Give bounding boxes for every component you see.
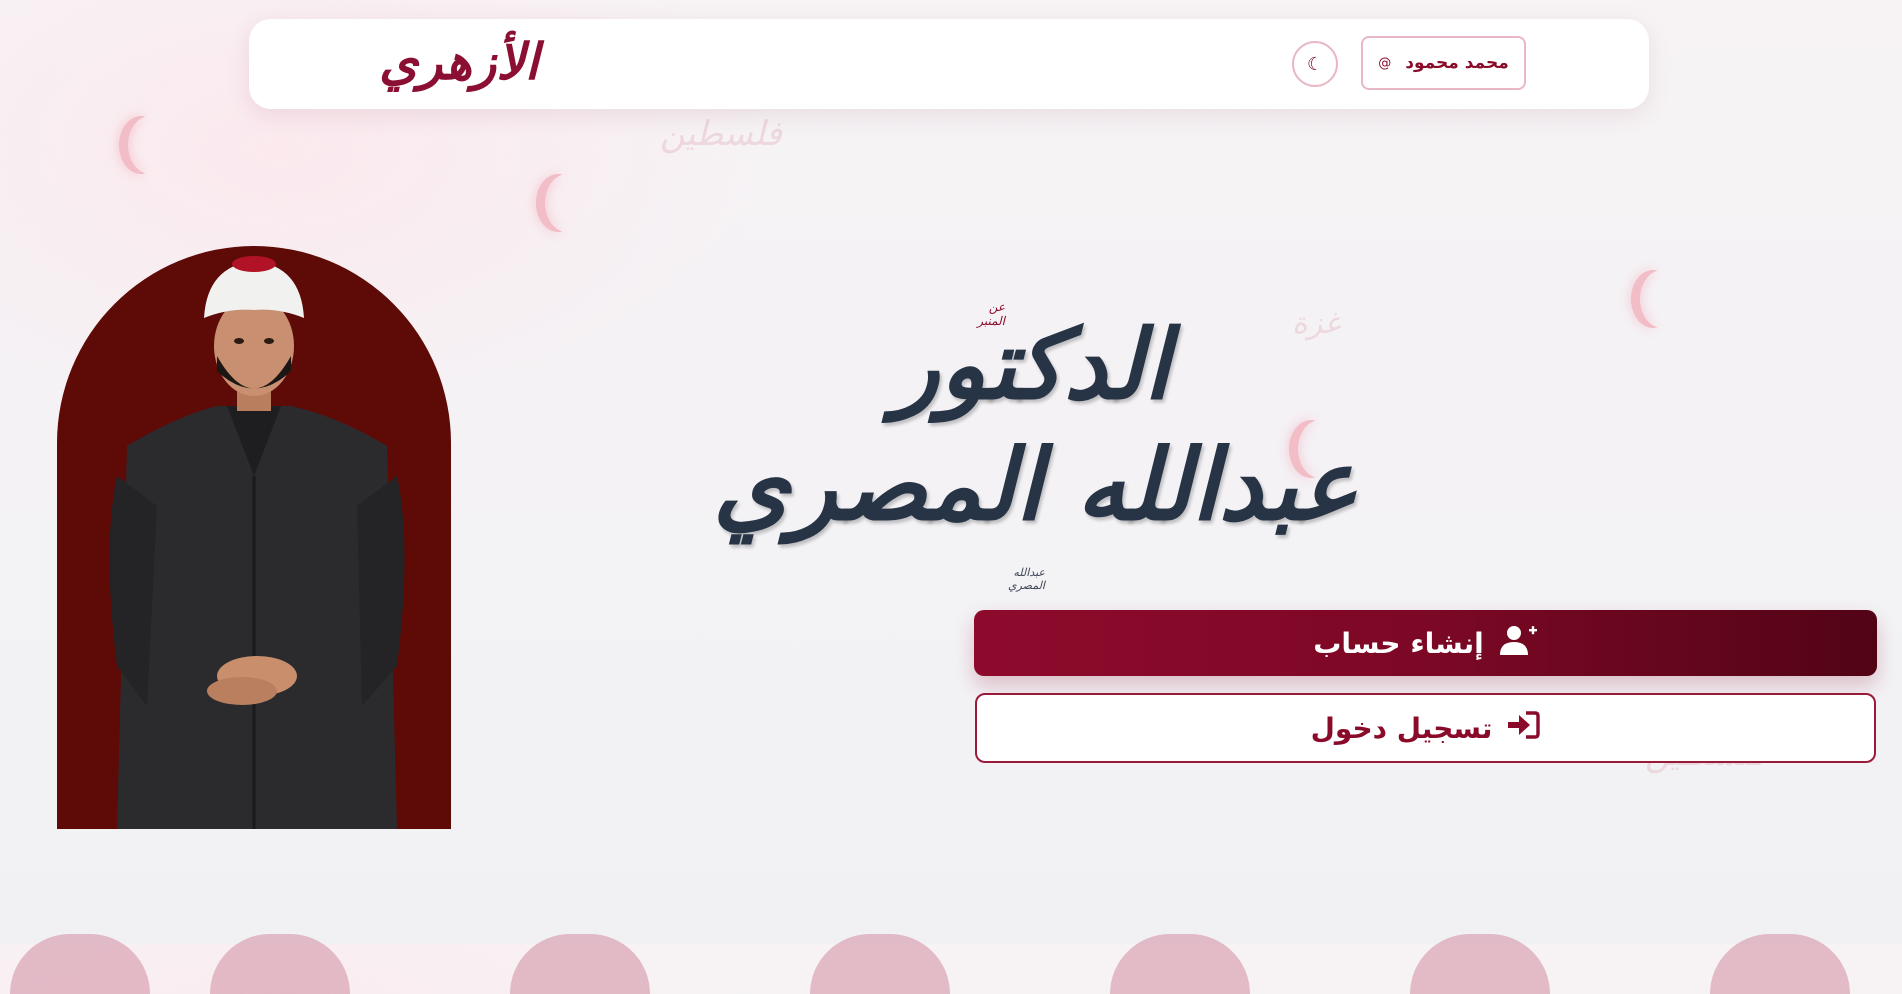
register-button[interactable]: إنشاء حساب [974,610,1877,676]
hero-title-line1: الدكتور [893,308,1170,421]
user-profile-button[interactable]: محمد محمود @ [1361,36,1526,90]
crescent-decoration-3 [1640,270,1684,328]
top-navbar: محمد محمود @ ☾ الأزهري [249,19,1649,109]
theme-toggle-button[interactable]: ☾ [1292,41,1338,87]
site-logo[interactable]: الأزهري [379,27,539,97]
login-label: تسجيل دخول [1310,711,1493,745]
crescent-decoration-1 [128,116,172,174]
sheikh-portrait [57,246,451,829]
bottom-arc-2 [210,934,350,994]
portrait-illustration [109,256,405,829]
at-icon: @ [1378,55,1392,71]
register-label: إنشاء حساب [1313,626,1484,660]
user-name: محمد محمود [1405,53,1509,73]
decorative-word-2: غزة [1292,306,1340,341]
sign-in-icon [1506,710,1541,747]
signature-text: عبدالله المصري [1008,566,1045,592]
decorative-word-1: فلسطين [660,114,782,154]
bottom-arc-1 [10,934,150,994]
bottom-arc-4 [810,934,950,994]
bottom-arc-6 [1410,934,1550,994]
login-button[interactable]: تسجيل دخول [975,693,1876,763]
user-plus-icon [1498,624,1538,663]
moon-icon: ☾ [1306,53,1324,75]
bottom-arc-7 [1710,934,1850,994]
bottom-arc-5 [1110,934,1250,994]
crescent-decoration-2 [545,174,589,232]
hero-title-line2: عبدالله المصري [712,428,1358,543]
bottom-arc-3 [510,934,650,994]
